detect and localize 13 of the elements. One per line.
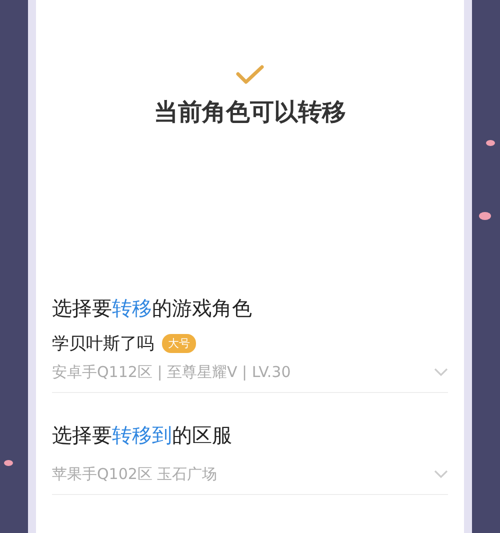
- chevron-down-icon: [434, 368, 448, 377]
- dropdown-selector[interactable]: 苹果手Q102区 玉石广场: [52, 465, 448, 495]
- checkmark-icon: [235, 64, 265, 86]
- petal-icon: [4, 460, 13, 466]
- status-title: 当前角色可以转移: [154, 97, 346, 128]
- account-tag: 大号: [162, 334, 196, 353]
- section-heading: 选择要转移的游戏角色: [52, 295, 253, 322]
- character-name: 学贝叶斯了吗: [52, 333, 154, 355]
- petal-icon: [479, 212, 491, 220]
- petal-icon: [486, 140, 495, 146]
- chevron-down-icon: [434, 470, 448, 479]
- section-heading: 选择要转移到的区服: [52, 422, 233, 449]
- dropdown-selector[interactable]: 安卓手Q112区 | 至尊星耀V | LV.30: [52, 363, 448, 393]
